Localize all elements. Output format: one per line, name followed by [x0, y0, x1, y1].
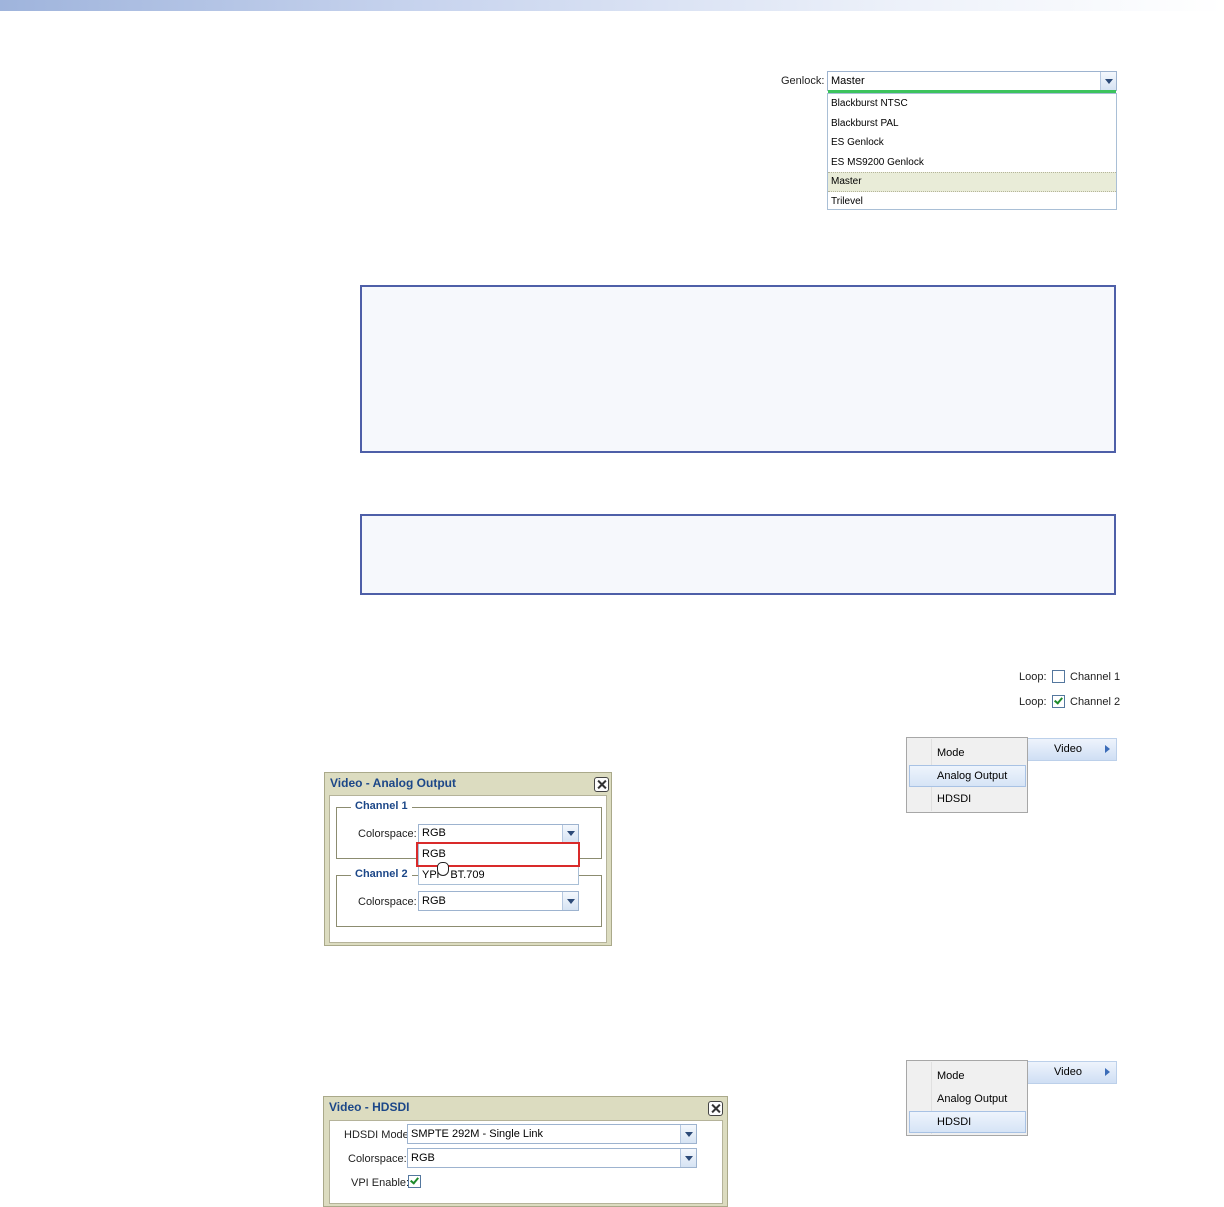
note-box: [360, 285, 1116, 453]
hdsdi-mode-select[interactable]: SMPTE 292M - Single Link: [407, 1124, 697, 1144]
chevron-down-icon[interactable]: [680, 1125, 696, 1143]
genlock-option[interactable]: ES MS9200 Genlock: [828, 153, 1116, 173]
loop-channel1-checkbox[interactable]: [1052, 670, 1065, 683]
menu-item-mode[interactable]: Mode: [909, 1065, 1026, 1087]
hdsdi-mode-label: HDSDI Mode:: [344, 1129, 412, 1141]
close-icon[interactable]: [708, 1101, 723, 1116]
video-menu-label: Video: [1054, 1066, 1082, 1078]
channel2-legend: Channel 2: [351, 868, 412, 880]
genlock-select[interactable]: Master: [827, 71, 1117, 93]
genlock-label: Genlock:: [781, 75, 825, 87]
genlock-option[interactable]: Blackburst NTSC: [828, 94, 1116, 114]
loop-label: Loop:: [1019, 696, 1047, 708]
vpi-enable-label: VPI Enable:: [351, 1177, 410, 1189]
channel1-colorspace-select[interactable]: RGB: [418, 824, 579, 843]
note-box: [360, 514, 1116, 595]
menu-item-analog-output[interactable]: Analog Output: [909, 765, 1026, 787]
chevron-right-icon: [1105, 1068, 1110, 1076]
chevron-down-icon[interactable]: [562, 825, 578, 842]
colorspace-label: Colorspace:: [348, 1153, 407, 1165]
channel1-legend: Channel 1: [351, 800, 412, 812]
colorspace-label: Colorspace:: [358, 828, 417, 840]
genlock-option-selected[interactable]: Master: [828, 172, 1116, 192]
hdsdi-mode-value: SMPTE 292M - Single Link: [411, 1128, 544, 1140]
loop-channel2-label: Channel 2: [1070, 696, 1121, 708]
hand-cursor-icon: [437, 862, 449, 876]
top-gradient-bar: [0, 0, 1224, 11]
colorspace-option-part: BT.709: [450, 869, 485, 881]
chevron-right-icon: [1105, 745, 1110, 753]
menu-item-analog-output[interactable]: Analog Output: [909, 1088, 1026, 1110]
video-menu-item[interactable]: Video: [1026, 738, 1117, 761]
menu-item-hdsdi[interactable]: HDSDI: [909, 1111, 1026, 1133]
genlock-dropdown-list: Blackburst NTSC Blackburst PAL ES Genloc…: [827, 93, 1117, 210]
menu-item-mode[interactable]: Mode: [909, 742, 1026, 764]
colorspace-label: Colorspace:: [358, 896, 417, 908]
chevron-down-icon[interactable]: [1100, 72, 1116, 90]
channel2-colorspace-value: RGB: [422, 895, 446, 907]
genlock-option[interactable]: ES Genlock: [828, 133, 1116, 153]
check-icon: [1054, 695, 1063, 705]
menu-item-hdsdi[interactable]: HDSDI: [909, 788, 1026, 810]
channel1-colorspace-value: RGB: [422, 827, 446, 839]
check-icon: [410, 1175, 419, 1185]
video-submenu: Mode Analog Output HDSDI: [906, 737, 1028, 813]
dialog-title: Video - Analog Output: [330, 776, 456, 790]
loop-label: Loop:: [1019, 671, 1047, 683]
genlock-value: Master: [831, 75, 865, 87]
close-icon[interactable]: [594, 777, 609, 792]
dialog-title: Video - HDSDI: [329, 1100, 410, 1114]
channel2-colorspace-select[interactable]: RGB: [418, 891, 579, 911]
video-menu-label: Video: [1054, 743, 1082, 755]
loop-channel2-checkbox[interactable]: [1052, 695, 1065, 708]
genlock-option[interactable]: Trilevel: [828, 192, 1116, 212]
video-submenu: Mode Analog Output HDSDI: [906, 1060, 1028, 1136]
chevron-down-icon[interactable]: [562, 892, 578, 910]
loop-channel1-label: Channel 1: [1070, 671, 1121, 683]
video-menu-item[interactable]: Video: [1026, 1061, 1117, 1084]
hdsdi-colorspace-value: RGB: [411, 1152, 435, 1164]
chevron-down-icon[interactable]: [680, 1149, 696, 1167]
hdsdi-colorspace-select[interactable]: RGB: [407, 1148, 697, 1168]
genlock-option[interactable]: Blackburst PAL: [828, 114, 1116, 134]
vpi-enable-checkbox[interactable]: [408, 1175, 421, 1188]
